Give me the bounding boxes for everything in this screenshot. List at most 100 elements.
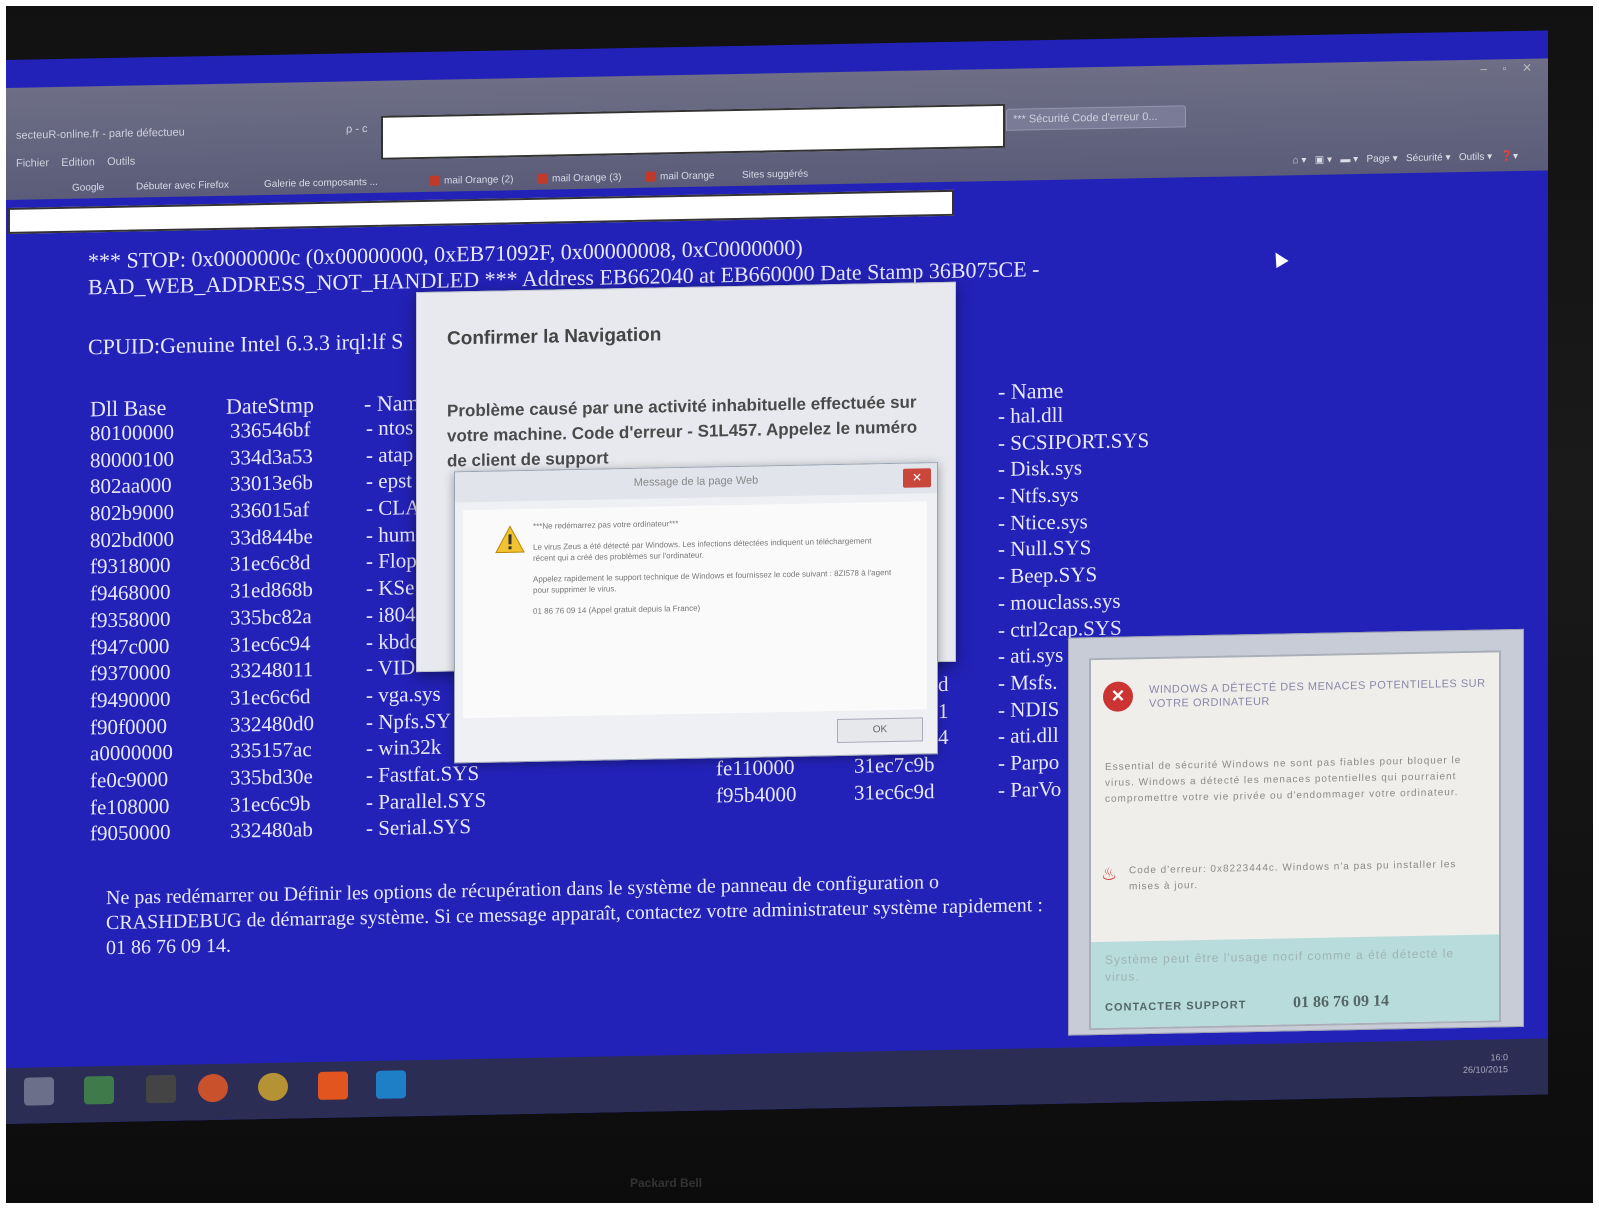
chrome-icon[interactable] xyxy=(258,1072,288,1102)
table-cell: 335bd30e xyxy=(230,764,313,790)
monitor-brand-logo: Packard Bell xyxy=(630,1176,703,1190)
fav-gallery[interactable]: Galerie de composants ... xyxy=(264,177,378,190)
tab-active[interactable]: *** Sécurité Code d'erreur 0... xyxy=(1006,105,1186,131)
browser-toolbar: – ▫ ✕ secteuR-online.fr - parle défectue… xyxy=(6,58,1548,200)
menu-bar[interactable]: Fichier Edition Outils xyxy=(16,156,135,170)
close-button[interactable]: ✕ xyxy=(903,468,931,488)
table-cell: 80100000 xyxy=(90,419,174,446)
fav-mail-orange[interactable]: mail Orange xyxy=(646,170,714,182)
orange-icon xyxy=(538,173,548,185)
threat-footer-text: Système peut être l'usage nocif comme a … xyxy=(1105,946,1455,984)
table-cell: f9468000 xyxy=(90,579,171,606)
fav-label: mail Orange (2) xyxy=(444,174,514,187)
threat-heading: WINDOWS A DÉTECTÉ DES MENACES POTENTIELL… xyxy=(1149,677,1486,711)
ok-button[interactable]: OK xyxy=(837,717,923,744)
table-cell: a0000000 xyxy=(90,740,173,766)
fav-suggested-sites[interactable]: Sites suggérés xyxy=(742,169,808,181)
menu-tools[interactable]: Outils xyxy=(107,156,135,169)
window-controls[interactable]: – ▫ ✕ xyxy=(1480,61,1538,76)
alert-phone: 01 86 76 09 14 (Appel gratuit depuis la … xyxy=(533,603,701,616)
fav-label: mail Orange xyxy=(660,170,715,183)
security-menu[interactable]: Sécurité xyxy=(1406,152,1443,164)
bsod-footer: Ne pas redémarrer ou Définir les options… xyxy=(106,871,1043,960)
store-icon[interactable] xyxy=(84,1075,114,1105)
table-cell: - Null.SYS xyxy=(998,535,1092,562)
header-name-2: - Name xyxy=(998,377,1064,404)
search-icon[interactable]: ρ - c xyxy=(346,123,368,135)
firefox-icon[interactable] xyxy=(198,1073,228,1103)
table-cell: 31ec6c6d xyxy=(230,684,311,710)
table-cell: 80000100 xyxy=(90,446,174,473)
monitor-screen: – ▫ ✕ secteuR-online.fr - parle défectue… xyxy=(6,30,1548,1124)
dialog-body: Problème causé par une activité inhabitu… xyxy=(447,392,918,471)
table-cell: 335bc82a xyxy=(230,603,312,630)
system-clock[interactable]: 16:0 26/10/2015 xyxy=(1463,1051,1508,1076)
table-cell: f95b4000 xyxy=(716,781,797,808)
orange-app-icon[interactable] xyxy=(318,1071,348,1101)
orange-icon xyxy=(430,176,440,187)
table-cell: 4 xyxy=(938,725,949,750)
datestmp-column-2: 31ec7c9b 31ec6c9d xyxy=(854,751,934,806)
table-cell: 31ec6c9d xyxy=(854,778,935,805)
feeds-icon[interactable]: ▣ ▾ xyxy=(1315,155,1332,166)
dll-base-column: 80100000 80000100 802aa000 802b9000 802b… xyxy=(90,419,174,848)
clock-time: 16:0 xyxy=(1490,1052,1508,1063)
address-fragment[interactable]: secteuR-online.fr - parle défectueu xyxy=(16,127,185,142)
threat-body: Essential de sécurité Windows ne sont pa… xyxy=(1105,755,1462,805)
fav-google[interactable]: Google xyxy=(72,182,104,194)
table-cell: 334d3a53 xyxy=(230,443,313,470)
file-explorer-icon[interactable] xyxy=(24,1077,54,1106)
fav-firefox[interactable]: Débuter avec Firefox xyxy=(136,180,229,193)
table-cell: f9370000 xyxy=(90,660,171,686)
table-cell: fe108000 xyxy=(90,793,170,820)
table-cell: f9318000 xyxy=(90,553,171,579)
orange-icon xyxy=(646,171,656,183)
alert-content: ***Ne redémarrez pas votre ordinateur***… xyxy=(463,501,927,719)
page-menu[interactable]: Page xyxy=(1366,153,1389,164)
fav-mail-orange-2[interactable]: mail Orange (2) xyxy=(430,174,513,187)
contact-phone[interactable]: 01 86 76 09 14 xyxy=(1293,992,1389,1012)
alarm-icon: ♨ xyxy=(1101,863,1118,884)
table-cell: d xyxy=(938,671,949,697)
table-cell: f9490000 xyxy=(90,686,171,713)
contact-support-label[interactable]: CONTACTER SUPPORT xyxy=(1105,999,1246,1014)
datestmp-column: 336546bf 334d3a53 33013e6b 336015af 33d8… xyxy=(230,416,314,845)
tools-menu[interactable]: Outils xyxy=(1459,152,1485,163)
table-cell: - Ntice.sys xyxy=(998,508,1088,535)
header-name: - Nam xyxy=(364,390,420,417)
table-cell: - Fastfat.SYS xyxy=(366,760,480,788)
table-cell: f9358000 xyxy=(90,606,171,633)
home-icon[interactable]: ⌂ ▾ xyxy=(1293,155,1307,166)
skype-icon[interactable] xyxy=(376,1070,406,1099)
threat-error-code: Code d'erreur: 0x8223444c. Windows n'a p… xyxy=(1129,859,1457,893)
table-cell: - Ntfs.sys xyxy=(998,482,1079,509)
table-cell: 33d844be xyxy=(230,523,313,550)
print-icon[interactable]: ▬ ▾ xyxy=(1340,154,1358,165)
menu-edit[interactable]: Edition xyxy=(61,156,95,169)
threat-panel: ✕ WINDOWS A DÉTECTÉ DES MENACES POTENTIE… xyxy=(1089,650,1501,1031)
table-cell: - Serial.SYS xyxy=(366,814,471,841)
error-x-icon: ✕ xyxy=(1103,681,1133,712)
table-cell: - SCSIPORT.SYS xyxy=(998,427,1150,455)
table-cell: - Disk.sys xyxy=(998,455,1083,482)
threat-footer: Système peut être l'usage nocif comme a … xyxy=(1091,934,1499,1029)
alert-titlebar[interactable]: Message de la page Web ✕ xyxy=(455,463,937,503)
mouse-cursor-icon xyxy=(1269,248,1289,269)
web-page-alert[interactable]: Message de la page Web ✕ ***Ne redémarre… xyxy=(454,462,938,764)
table-cell: 802bd000 xyxy=(90,526,174,553)
table-cell: - Beep.SYS xyxy=(998,562,1098,589)
table-cell: 336015af xyxy=(230,497,310,523)
media-icon[interactable] xyxy=(146,1074,176,1104)
table-cell: f9050000 xyxy=(90,820,171,846)
dialog-title: Confirmer la Navigation xyxy=(447,324,662,350)
fav-mail-orange-3[interactable]: mail Orange (3) xyxy=(538,172,621,185)
table-cell: - mouclass.sys xyxy=(998,588,1121,615)
table-cell: 33248011 xyxy=(230,657,314,683)
table-cell: 31ec6c9b xyxy=(230,790,311,817)
table-cell: - hal.dll xyxy=(998,402,1064,428)
menu-file[interactable]: Fichier xyxy=(16,157,49,170)
help-icon[interactable]: ❓▾ xyxy=(1501,151,1518,162)
redacted-address-bar[interactable] xyxy=(381,103,1005,160)
fav-label: mail Orange (3) xyxy=(552,172,622,185)
threat-notification[interactable]: ✕ WINDOWS A DÉTECTÉ DES MENACES POTENTIE… xyxy=(1068,628,1524,1036)
